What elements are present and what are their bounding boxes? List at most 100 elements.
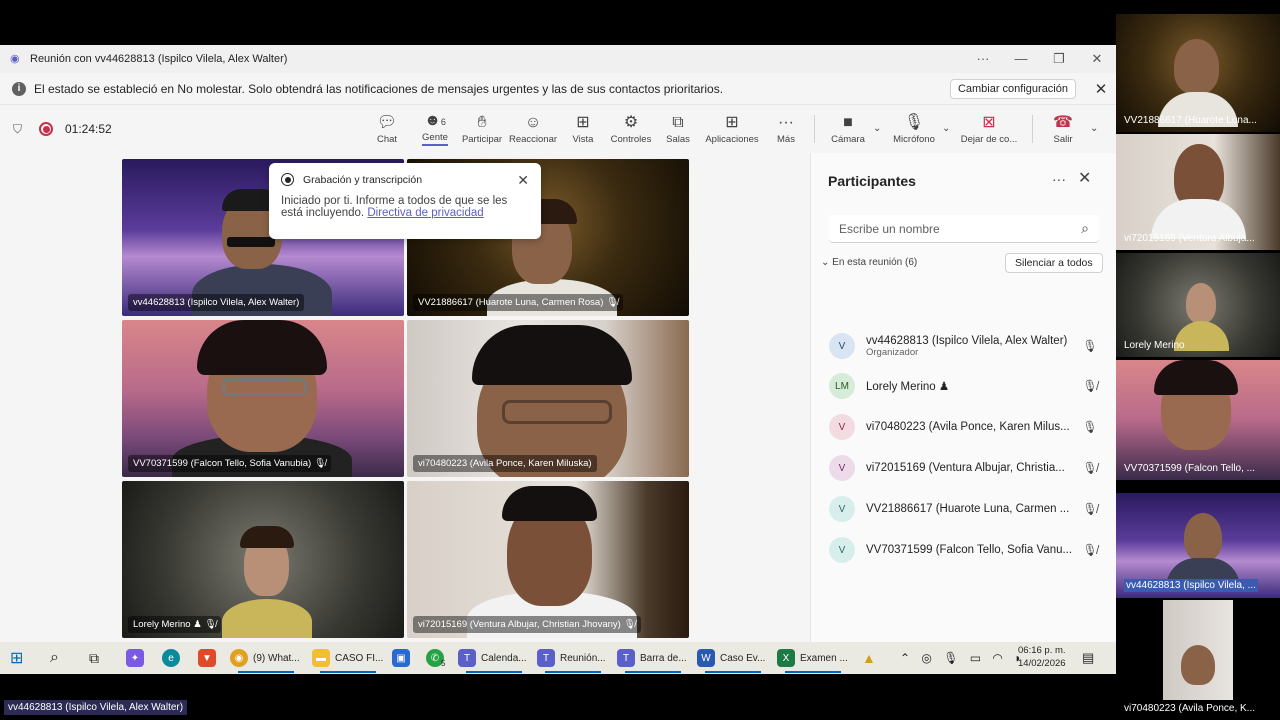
- video-tile[interactable]: vi70480223 (Avila Ponce, Karen Miluska): [407, 320, 689, 477]
- taskbar-app-meeting[interactable]: T Reunión...: [537, 642, 609, 674]
- floating-video-thumbnail[interactable]: vi70480223 (Avila Ponce, K...: [1116, 600, 1280, 720]
- do-not-disturb-banner: i El estado se estableció en No molestar…: [0, 73, 1116, 105]
- copilot-button[interactable]: ✦: [126, 642, 149, 674]
- rooms-button[interactable]: ⧉ Salas: [666, 105, 690, 153]
- taskbar: ⊞ ⌕ ⧉ ✦ e ▼ ◉ (9) What... ▬ CASO FI... ▣ ✆…: [0, 642, 1116, 674]
- floating-video-thumbnail[interactable]: VV70371599 (Falcon Tello, ...: [1116, 360, 1280, 480]
- leave-chevron-down-icon[interactable]: ⌄: [1090, 123, 1098, 134]
- camera-button[interactable]: ■ Cámara: [830, 105, 866, 153]
- restore-button[interactable]: ❐: [1040, 51, 1078, 67]
- participant-row[interactable]: LM Lorely Merino ♟ 🎙︎̸: [829, 368, 1099, 404]
- excel-icon: X: [777, 649, 795, 667]
- muted-mic-icon: 🎙︎̸: [1082, 543, 1098, 557]
- video-tile[interactable]: vi72015169 (Ventura Albujar, Christian J…: [407, 481, 689, 638]
- search-button[interactable]: ⌕: [50, 642, 59, 674]
- meeting-toolbar: ⛉ 01:24:52 💬︎ Chat ☻6 Gente ✋︎ Participa…: [0, 105, 1116, 153]
- shield-icon[interactable]: ⛉: [13, 122, 25, 136]
- panel-more-icon[interactable]: ···: [1052, 171, 1066, 187]
- taskbar-app-excel[interactable]: X Examen ...: [777, 642, 849, 674]
- more-options-button[interactable]: ···: [964, 51, 1002, 67]
- participant-row[interactable]: V vv44628813 (Ispilco Vilela, Alex Walte…: [829, 328, 1099, 364]
- brave-button[interactable]: ▼: [198, 642, 221, 674]
- minimize-button[interactable]: —: [1002, 51, 1040, 67]
- stop-sharing-button[interactable]: ⊠ Dejar de co...: [960, 105, 1018, 153]
- edge-icon: e: [162, 649, 180, 667]
- tile-label: VV70371599 (Falcon Tello, Sofia Vanubia)…: [128, 455, 331, 472]
- participant-search-input[interactable]: Escribe un nombre ⌕: [829, 215, 1099, 243]
- microphone-chevron-down-icon[interactable]: ⌄: [942, 123, 950, 134]
- camera-chevron-down-icon[interactable]: ⌄: [873, 123, 881, 134]
- thumbnail-label: Lorely Merino: [1124, 340, 1185, 351]
- in-meeting-section[interactable]: ⌄ En esta reunión (6): [821, 257, 917, 268]
- privacy-policy-link[interactable]: Directiva de privacidad: [367, 207, 483, 219]
- teams-icon: T: [617, 649, 635, 667]
- camera-icon: ■: [843, 113, 853, 131]
- task-view-icon: ⧉: [89, 649, 99, 666]
- participant-row[interactable]: V vi72015169 (Ventura Albujar, Christia.…: [829, 450, 1099, 486]
- screen: ◉ Reunión con vv44628813 (Ispilco Vilela…: [0, 0, 1280, 720]
- people-icon: ☻6: [424, 112, 446, 129]
- taskbar-clock[interactable]: 06:16 p. m. 14/02/2026: [1018, 644, 1066, 670]
- close-popup-icon[interactable]: ✕: [517, 172, 529, 189]
- teams-icon: T: [458, 649, 476, 667]
- muted-mic-icon: 🎙︎̸: [1082, 379, 1098, 393]
- popup-title: Grabación y transcripción: [303, 173, 423, 186]
- banner-text: El estado se estableció en No molestar. …: [34, 81, 724, 96]
- recording-icon: [39, 122, 53, 136]
- stop-share-icon: ⊠: [982, 113, 996, 131]
- mute-all-button[interactable]: Silenciar a todos: [1005, 253, 1103, 273]
- participant-row[interactable]: V VV21886617 (Huarote Luna, Carmen ... 🎙…: [829, 491, 1099, 527]
- participant-row[interactable]: V VV70371599 (Falcon Tello, Sofia Vanu..…: [829, 532, 1099, 568]
- popup-text: Iniciado por ti. Informe a todos de que …: [281, 195, 508, 219]
- taskbar-app-folder[interactable]: ▬ CASO FI...: [312, 642, 384, 674]
- chat-button[interactable]: 💬︎ Chat: [374, 105, 400, 153]
- hand-icon: ✋︎: [477, 113, 487, 131]
- microphone-icon: 🎙︎: [1082, 339, 1098, 353]
- floating-video-thumbnail[interactable]: Lorely Merino: [1116, 253, 1280, 357]
- apps-button[interactable]: ⊞ Aplicaciones: [705, 105, 759, 153]
- leave-button[interactable]: ☎ Salir: [1050, 105, 1076, 153]
- video-tile[interactable]: Lorely Merino ♟ 🎙︎̸: [122, 481, 404, 638]
- floating-video-thumbnail[interactable]: vv44628813 (Ispilco Vilela, ...: [1116, 493, 1280, 598]
- warning-icon: ▲: [862, 650, 876, 666]
- taskbar-app-bar[interactable]: T Barra de...: [617, 642, 689, 674]
- windows-icon: ⊞: [10, 650, 24, 667]
- taskbar-app-word[interactable]: W Caso Ev...: [697, 642, 769, 674]
- react-button[interactable]: ☺ Reaccionar: [509, 105, 557, 153]
- tile-label: VV21886617 (Huarote Luna, Carmen Rosa) 🎙…: [413, 294, 624, 311]
- copilot-icon: ✦: [126, 649, 144, 667]
- close-window-button[interactable]: ✕: [1078, 51, 1116, 67]
- taskbar-app-calendar[interactable]: T Calenda...: [458, 642, 530, 674]
- floating-video-thumbnail[interactable]: vi72015169 (Ventura Albuja...: [1116, 134, 1280, 250]
- more-button[interactable]: ··· Más: [776, 105, 796, 153]
- record-icon: [281, 173, 294, 186]
- toolbar-divider: [814, 115, 815, 143]
- raise-hand-button[interactable]: ✋︎ Participar: [462, 105, 502, 153]
- search-icon: ⌕: [50, 649, 59, 666]
- view-button[interactable]: ⊞ Vista: [569, 105, 597, 153]
- edge-button[interactable]: e: [162, 642, 185, 674]
- word-icon: W: [697, 649, 715, 667]
- store-button[interactable]: ▣: [392, 642, 415, 674]
- video-tile[interactable]: VV70371599 (Falcon Tello, Sofia Vanubia)…: [122, 320, 404, 477]
- warning-app-button[interactable]: ▲: [862, 642, 876, 674]
- teams-icon: T: [537, 649, 555, 667]
- microphone-button[interactable]: 🎙︎ Micrófono: [892, 105, 936, 153]
- participant-row[interactable]: V vi70480223 (Avila Ponce, Karen Milus..…: [829, 409, 1099, 445]
- muted-mic-icon: 🎙︎̸: [204, 619, 217, 630]
- taskbar-app-chrome[interactable]: ◉ (9) What...: [230, 642, 302, 674]
- whatsapp-button[interactable]: ✆ 5: [426, 642, 445, 674]
- people-button[interactable]: ☻6 Gente: [418, 105, 452, 153]
- notifications-button[interactable]: ▤: [1082, 642, 1094, 674]
- brave-icon: ▼: [198, 649, 216, 667]
- system-tray[interactable]: ⌃ ◎ 🎙︎ ▭ ◠ ◗: [900, 642, 1026, 674]
- microphone-icon: 🎙︎: [1082, 420, 1098, 434]
- close-banner-icon[interactable]: ✕: [1086, 80, 1116, 98]
- floating-video-thumbnail[interactable]: VV21886617 (Huarote Luna...: [1116, 14, 1280, 132]
- tile-label: vi70480223 (Avila Ponce, Karen Miluska): [413, 455, 597, 472]
- close-panel-icon[interactable]: ✕: [1078, 168, 1091, 188]
- start-button[interactable]: ⊞: [10, 642, 23, 674]
- controls-button[interactable]: ⚙ Controles: [610, 105, 652, 153]
- task-view-button[interactable]: ⧉: [89, 642, 99, 674]
- change-settings-button[interactable]: Cambiar configuración: [949, 78, 1076, 99]
